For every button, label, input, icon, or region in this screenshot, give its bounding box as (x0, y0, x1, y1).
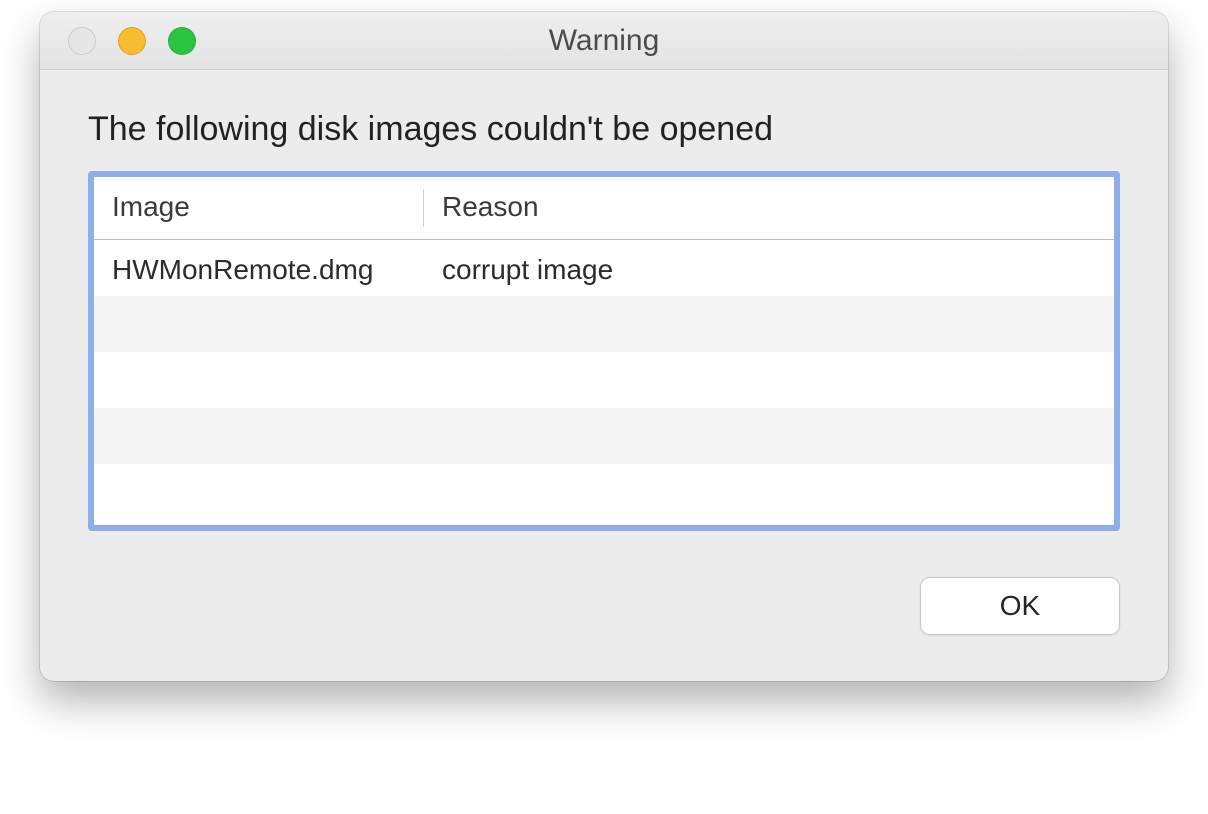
empty-cell (94, 408, 424, 464)
dialog-content: The following disk images couldn't be op… (40, 70, 1168, 681)
titlebar: Warning (40, 12, 1168, 70)
button-row: OK (88, 531, 1120, 649)
cell-image[interactable]: HWMonRemote.dmg (94, 240, 424, 296)
empty-cell (424, 464, 1114, 520)
close-icon[interactable] (68, 27, 96, 55)
ok-button[interactable]: OK (920, 577, 1120, 635)
column-header-reason[interactable]: Reason (424, 177, 1114, 240)
warning-dialog: Warning The following disk images couldn… (40, 12, 1168, 681)
empty-cell (94, 352, 424, 408)
empty-cell (94, 464, 424, 520)
cell-reason[interactable]: corrupt image (424, 240, 1114, 296)
dialog-message: The following disk images couldn't be op… (88, 110, 1120, 149)
window-title: Warning (40, 24, 1168, 58)
minimize-icon[interactable] (118, 27, 146, 55)
zoom-icon[interactable] (168, 27, 196, 55)
traffic-lights (40, 27, 196, 55)
column-header-image[interactable]: Image (94, 177, 424, 240)
empty-cell (424, 408, 1114, 464)
error-table[interactable]: ImageReasonHWMonRemote.dmgcorrupt image (88, 171, 1120, 531)
empty-cell (424, 352, 1114, 408)
empty-cell (424, 296, 1114, 352)
empty-cell (94, 296, 424, 352)
